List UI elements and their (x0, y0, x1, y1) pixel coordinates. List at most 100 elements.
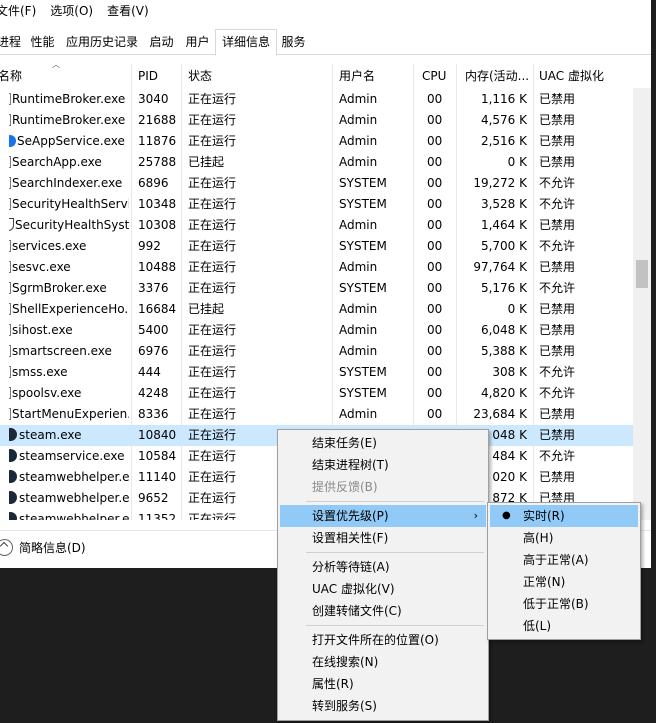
process-username: Admin (339, 113, 378, 127)
table-row[interactable]: StartMenuExperien... 8336 正在运行 Admin 00 23,68… (0, 404, 633, 425)
column-header-pid[interactable]: PID (138, 64, 178, 88)
context-menu-item[interactable]: 结束进程树(T) (280, 454, 486, 476)
process-uac: 已禁用 (539, 218, 576, 232)
context-menu-item-label: 打开文件所在的位置(O) (312, 633, 439, 647)
column-header-uac[interactable]: UAC 虚拟化 (539, 64, 631, 88)
menu-separator (306, 552, 484, 553)
table-row[interactable]: SecurityHealthServi... 10348 正在运行 SYSTEM 00 3… (0, 194, 633, 215)
tab-users[interactable]: 用户 (180, 30, 215, 54)
process-pid: 444 (138, 365, 161, 379)
table-row[interactable]: SearchIndexer.exe 6896 正在运行 SYSTEM 00 19,272 … (0, 173, 633, 194)
menu-options[interactable]: 选项(O) (43, 0, 100, 22)
column-header-name[interactable]: 名称 (0, 64, 126, 88)
context-menu-item[interactable]: 在线搜索(N) (280, 651, 486, 673)
process-name: SecurityHealthServi... (12, 197, 129, 211)
process-status: 正在运行 (188, 260, 237, 274)
process-uac: 已禁用 (539, 113, 576, 127)
table-row[interactable]: sesvc.exe 10488 正在运行 Admin 00 97,764 K 已禁用 (0, 257, 633, 278)
context-menu-item-label: 结束任务(E) (312, 436, 377, 450)
table-row[interactable]: sihost.exe 5400 正在运行 Admin 00 6,048 K 已禁用 (0, 320, 633, 341)
process-uac: 已禁用 (539, 134, 576, 148)
tab-services[interactable]: 服务 (277, 30, 310, 54)
process-name: steam.exe (19, 428, 82, 442)
table-row[interactable]: services.exe 992 正在运行 SYSTEM 00 5,700 K 不允许 (0, 236, 633, 257)
process-cpu: 00 (427, 92, 443, 106)
column-header-cpu[interactable]: CPU (422, 64, 452, 88)
priority-option[interactable]: 高(H) (490, 527, 638, 549)
context-menu-item[interactable]: 设置优先级(P) › (280, 505, 486, 527)
process-name-cell: SearchApp.exe (9, 152, 129, 173)
column-header-status[interactable]: 状态 (188, 64, 328, 88)
shield-icon (9, 218, 14, 231)
scrollbar-thumb[interactable] (636, 260, 648, 288)
priority-option[interactable]: 正常(N) (490, 571, 638, 593)
process-cpu: 00 (427, 344, 443, 358)
column-header-username[interactable]: 用户名 (339, 64, 409, 88)
process-memory: 5,388 K (480, 344, 527, 358)
process-pid: 10308 (138, 218, 177, 232)
steam-icon (9, 449, 17, 462)
fewer-details-link[interactable]: 简略信息(D) (19, 539, 86, 556)
table-row[interactable]: RuntimeBroker.exe 21688 正在运行 Admin 00 4,576 K… (0, 110, 633, 131)
priority-option[interactable]: 低(L) (490, 615, 638, 637)
process-username: Admin (339, 260, 378, 274)
process-name: smartscreen.exe (12, 344, 112, 358)
context-menu-item[interactable]: 创建转储文件(C) (280, 600, 486, 622)
table-row[interactable]: ShellExperienceHo... 16684 已挂起 Admin 00 0 K 已禁… (0, 299, 633, 320)
process-name: sihost.exe (12, 323, 73, 337)
table-row[interactable]: spoolsv.exe 4248 正在运行 SYSTEM 00 4,820 K 不允许 (0, 383, 633, 404)
table-row[interactable]: RuntimeBroker.exe 3040 正在运行 Admin 00 1,116 K 已… (0, 89, 633, 110)
process-username: SYSTEM (339, 365, 387, 379)
tab-processes[interactable]: 进程 (0, 30, 24, 54)
tab-startup[interactable]: 启动 (145, 30, 178, 54)
process-uac: 不允许 (539, 239, 576, 253)
process-uac: 不允许 (539, 197, 576, 211)
context-menu-item-label: 转到服务(S) (312, 699, 377, 713)
context-menu-item[interactable]: 提供反馈(B) (280, 476, 486, 498)
vertical-scrollbar[interactable] (633, 88, 651, 520)
menubar: 文件(F) 选项(O) 查看(V) (0, 0, 651, 22)
table-row[interactable]: SgrmBroker.exe 3376 正在运行 SYSTEM 00 5,176 K 不允许 (0, 278, 633, 299)
context-menu-item[interactable]: 属性(R) (280, 673, 486, 695)
table-row[interactable]: smartscreen.exe 6976 正在运行 Admin 00 5,388 K 已禁用 (0, 341, 633, 362)
priority-option[interactable]: 高于正常(A) (490, 549, 638, 571)
process-pid: 5400 (138, 323, 169, 337)
priority-option[interactable]: 低于正常(B) (490, 593, 638, 615)
context-menu-item[interactable]: 结束任务(E) (280, 432, 486, 454)
process-memory: 23,684 K (473, 407, 527, 421)
context-menu-item[interactable]: UAC 虚拟化(V) (280, 578, 486, 600)
process-status: 已挂起 (188, 302, 225, 316)
process-pid: 25788 (138, 155, 177, 169)
process-username: SYSTEM (339, 239, 387, 253)
context-menu-item[interactable]: 分析等待链(A) (280, 556, 486, 578)
table-row[interactable]: SecurityHealthSystr... 10308 正在运行 Admin 00 1,… (0, 215, 633, 236)
context-menu-item[interactable]: 设置相关性(F) (280, 527, 486, 549)
priority-option-label: 低(L) (523, 619, 552, 633)
context-menu-item[interactable]: 转到服务(S) (280, 695, 486, 717)
process-name-cell: sihost.exe (9, 320, 129, 341)
process-name: SeAppService.exe (17, 134, 125, 148)
tab-details[interactable]: 详细信息 (215, 29, 277, 56)
process-name-cell: steamwebhelper.exe (9, 488, 129, 509)
tab-app-history[interactable]: 应用历史记录 (61, 30, 143, 54)
process-name: smss.exe (12, 365, 68, 379)
collapse-up-icon[interactable] (0, 538, 13, 556)
process-name-cell: RuntimeBroker.exe (9, 110, 129, 131)
priority-option[interactable]: ● 实时(R) (490, 505, 638, 527)
process-username: Admin (339, 323, 378, 337)
process-cpu: 00 (427, 260, 443, 274)
process-uac: 已禁用 (539, 407, 576, 421)
column-header-memory[interactable]: 内存(活动... (465, 64, 531, 88)
table-row[interactable]: SeAppService.exe 11876 正在运行 Admin 00 2,516 K 已… (0, 131, 633, 152)
process-name-cell: spoolsv.exe (9, 383, 129, 404)
process-uac: 已禁用 (539, 92, 576, 106)
menu-file[interactable]: 文件(F) (0, 0, 43, 22)
tab-performance[interactable]: 性能 (26, 30, 59, 54)
process-name: spoolsv.exe (12, 386, 82, 400)
menu-view[interactable]: 查看(V) (100, 0, 156, 22)
table-row[interactable]: SearchApp.exe 25788 已挂起 Admin 00 0 K 已禁用 (0, 152, 633, 173)
process-username: Admin (339, 92, 378, 106)
process-username: Admin (339, 344, 378, 358)
context-menu-item[interactable]: 打开文件所在的位置(O) (280, 629, 486, 651)
table-row[interactable]: smss.exe 444 正在运行 SYSTEM 00 308 K 不允许 (0, 362, 633, 383)
